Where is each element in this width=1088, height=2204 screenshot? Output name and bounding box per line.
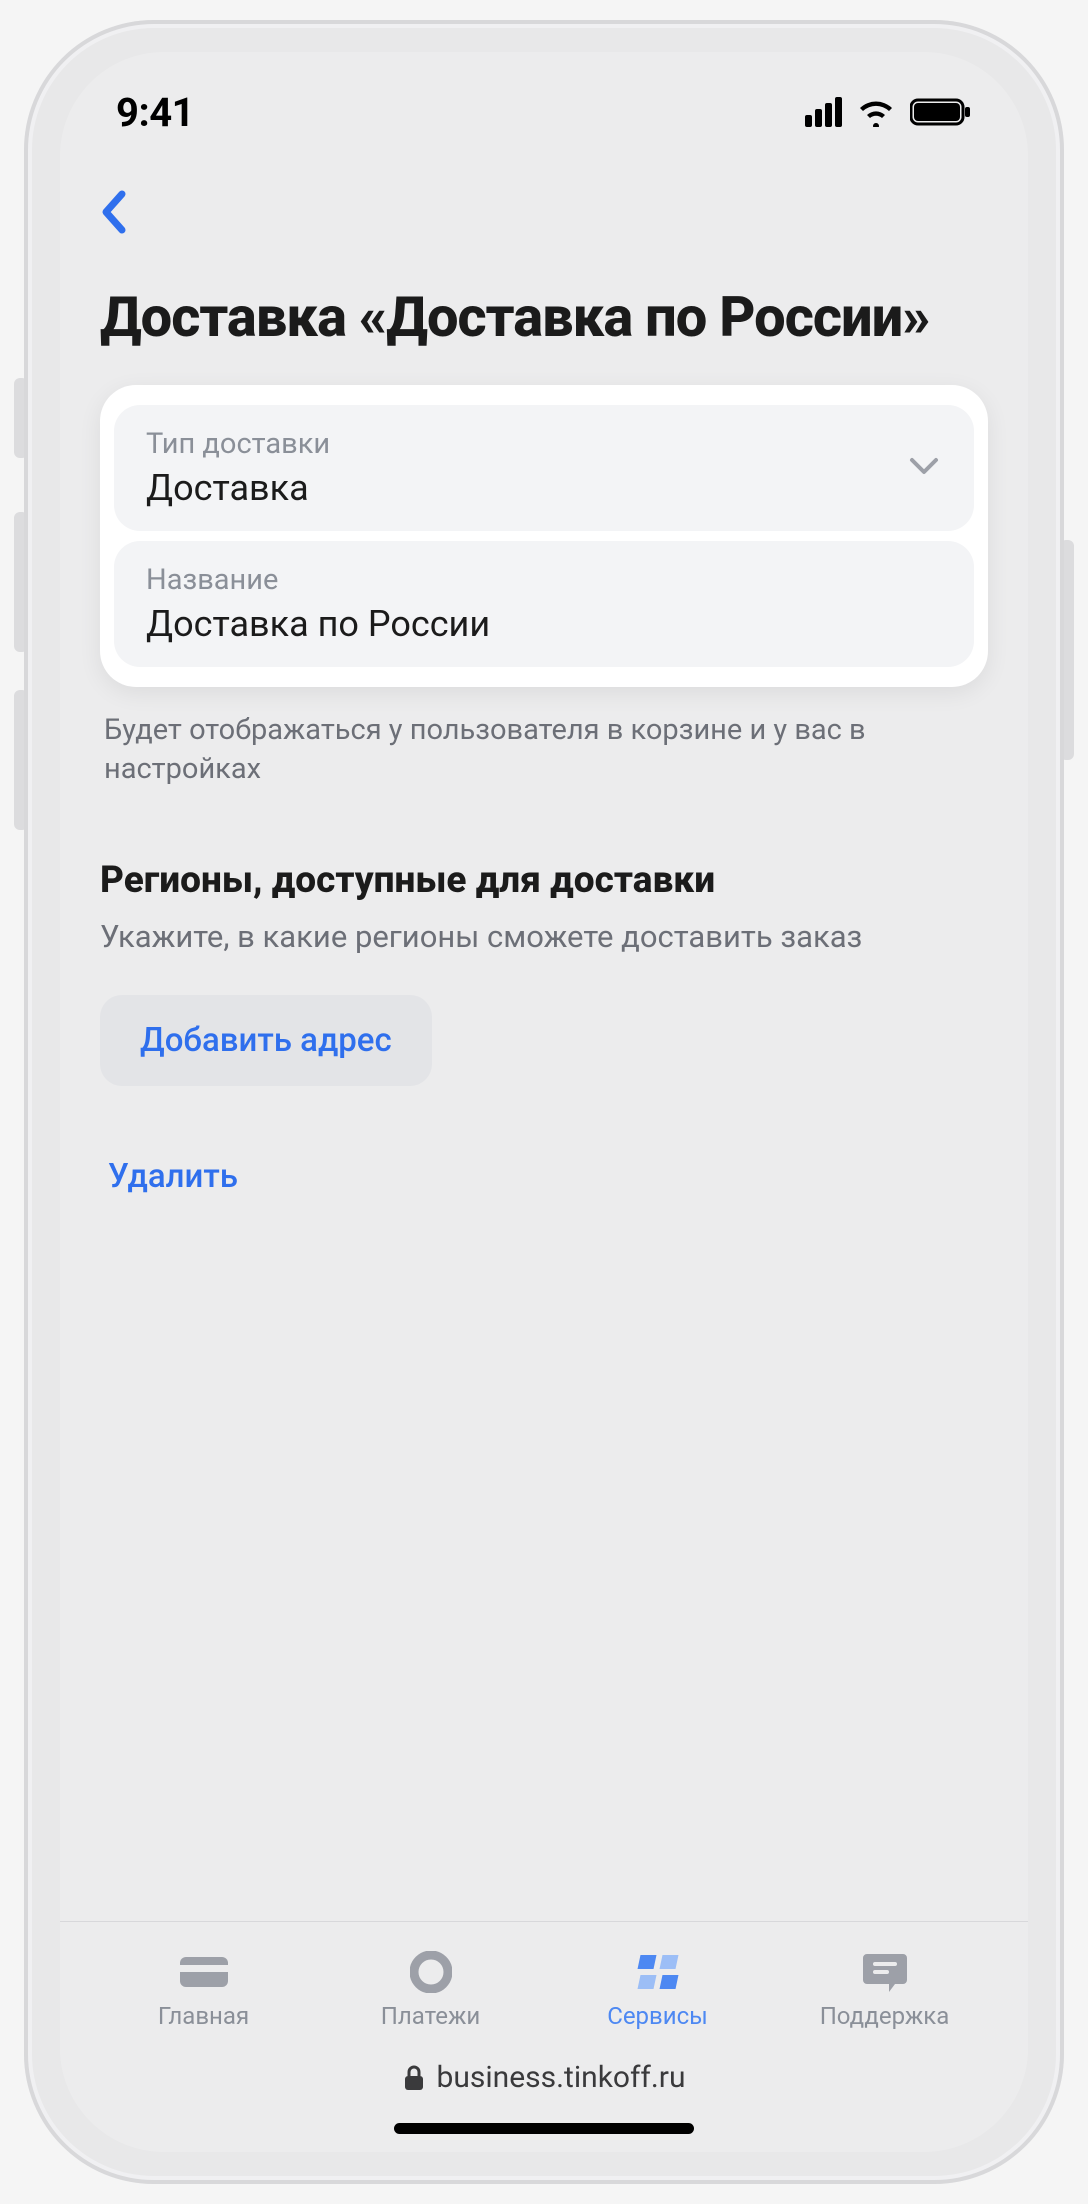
delivery-type-select[interactable]: Тип доставки Доставка (114, 405, 974, 531)
back-button[interactable] (92, 190, 136, 234)
delete-button[interactable]: Удалить (100, 1157, 988, 1196)
tab-bar-container: Главная Платежи (60, 1921, 1028, 2152)
tab-payments-label: Платежи (381, 2002, 480, 2030)
tab-support[interactable]: Поддержка (795, 1950, 975, 2030)
tab-support-label: Поддержка (820, 2002, 950, 2030)
status-time: 9:41 (116, 89, 194, 136)
name-label: Название (146, 563, 942, 597)
phone-frame: 9:41 Доставка «Доставка по России» (24, 20, 1064, 2184)
page-title: Доставка «Доставка по России» (100, 284, 988, 351)
card-icon (176, 1950, 232, 1994)
circle-icon (403, 1950, 459, 1994)
nav-bar (60, 172, 1028, 244)
tab-home-label: Главная (158, 2002, 249, 2030)
tab-bar: Главная Платежи (60, 1922, 1028, 2038)
browser-url: business.tinkoff.ru (437, 2060, 686, 2095)
phone-screen: 9:41 Доставка «Доставка по России» (60, 52, 1028, 2152)
tab-payments[interactable]: Платежи (341, 1950, 521, 2030)
grid-icon (630, 1950, 686, 1994)
chat-icon (857, 1950, 913, 1994)
lock-icon (403, 2064, 425, 2092)
status-icons (802, 97, 972, 127)
chevron-down-icon (908, 456, 940, 480)
name-value: Доставка по России (146, 603, 942, 645)
browser-url-bar[interactable]: business.tinkoff.ru (60, 2038, 1028, 2109)
content-area: Доставка «Доставка по России» Тип достав… (60, 244, 1028, 1921)
battery-icon (910, 97, 972, 127)
form-card: Тип доставки Доставка Название Доставка … (100, 385, 988, 687)
tab-services-label: Сервисы (607, 2002, 708, 2030)
home-indicator[interactable] (394, 2123, 694, 2134)
status-bar: 9:41 (60, 52, 1028, 172)
regions-header: Регионы, доступные для доставки (100, 859, 988, 902)
helper-text: Будет отображаться у пользователя в корз… (100, 711, 988, 789)
wifi-icon (856, 97, 896, 127)
add-address-button[interactable]: Добавить адрес (100, 995, 432, 1086)
delivery-type-value: Доставка (146, 467, 942, 509)
cellular-icon (802, 97, 842, 127)
regions-subtext: Укажите, в какие регионы сможете достави… (100, 918, 988, 955)
tab-home[interactable]: Главная (114, 1950, 294, 2030)
tab-services[interactable]: Сервисы (568, 1950, 748, 2030)
name-input[interactable]: Название Доставка по России (114, 541, 974, 667)
chevron-left-icon (100, 190, 128, 234)
delivery-type-label: Тип доставки (146, 427, 942, 461)
